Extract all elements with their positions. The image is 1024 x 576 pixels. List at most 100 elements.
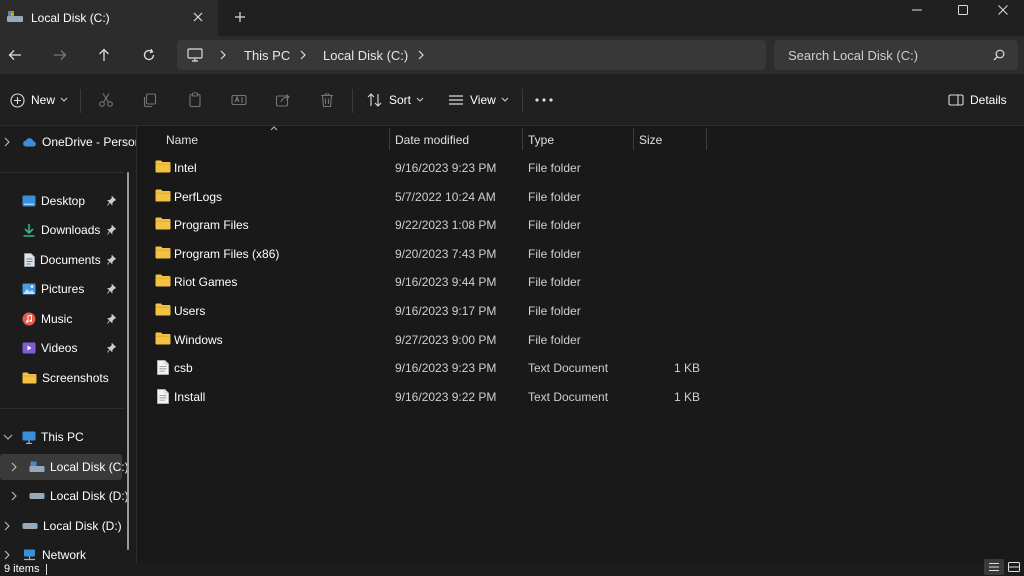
column-divider[interactable] bbox=[706, 128, 707, 150]
file-row-program-files-x86[interactable]: Program Files (x86) 9/20/2023 7:43 PM File… bbox=[137, 240, 1024, 268]
new-tab-button[interactable] bbox=[233, 10, 247, 24]
rename-button[interactable] bbox=[231, 74, 247, 126]
folder-icon bbox=[155, 160, 171, 173]
tab-close-icon[interactable] bbox=[192, 11, 204, 23]
copy-button[interactable] bbox=[142, 74, 158, 126]
file-date-modified: 9/16/2023 9:17 PM bbox=[395, 304, 497, 318]
divider bbox=[522, 89, 523, 113]
sidebar-item-downloads[interactable]: Downloads bbox=[0, 217, 122, 243]
share-button[interactable] bbox=[275, 74, 291, 126]
file-name: csb bbox=[174, 361, 193, 376]
chevron-down-icon bbox=[60, 97, 68, 103]
chevron-right-icon[interactable] bbox=[299, 50, 307, 60]
cut-button[interactable] bbox=[98, 74, 114, 126]
sidebar-item-local-disk-d[interactable]: Local Disk (D:) bbox=[0, 483, 129, 509]
sidebar-item-screenshots[interactable]: Screenshots bbox=[0, 365, 122, 391]
back-button[interactable] bbox=[5, 46, 25, 64]
sidebar-scrollbar[interactable] bbox=[127, 172, 129, 550]
file-row-program-files[interactable]: Program Files 9/22/2023 1:08 PM File folde… bbox=[137, 211, 1024, 239]
up-button[interactable] bbox=[94, 46, 114, 64]
file-size: 1 KB bbox=[673, 389, 700, 404]
file-type: File folder bbox=[528, 332, 581, 347]
sidebar-item-documents[interactable]: Documents bbox=[0, 247, 122, 273]
more-options-button[interactable] bbox=[535, 74, 553, 126]
address-bar[interactable]: This PC Local Disk (C:) bbox=[177, 40, 766, 70]
sidebar-item-label: Music bbox=[41, 312, 73, 326]
sidebar-item-label: Local Disk (D:) bbox=[43, 519, 122, 533]
pin-icon[interactable] bbox=[107, 225, 116, 235]
folder-icon bbox=[155, 217, 171, 230]
folder-icon bbox=[155, 246, 171, 259]
delete-button[interactable] bbox=[319, 74, 335, 126]
sidebar-item-external-local-disk-d[interactable]: Local Disk (D:) bbox=[0, 513, 122, 539]
rename-icon bbox=[231, 92, 247, 108]
folder-icon bbox=[155, 332, 171, 345]
details-pane-icon bbox=[948, 94, 964, 106]
file-name: PerfLogs bbox=[174, 189, 223, 204]
search-icon[interactable] bbox=[993, 49, 1005, 61]
new-button[interactable]: New bbox=[10, 74, 68, 126]
chevron-right-icon[interactable] bbox=[11, 462, 17, 472]
paste-button[interactable] bbox=[187, 74, 203, 126]
sort-button[interactable]: Sort bbox=[367, 74, 424, 126]
search-input[interactable]: Search Local Disk (C:) bbox=[774, 40, 1018, 70]
minimize-icon bbox=[911, 4, 923, 16]
sidebar-item-label: This PC bbox=[41, 430, 84, 444]
file-date-modified: 9/16/2023 9:44 PM bbox=[395, 275, 497, 290]
sidebar-item-this-pc[interactable]: This PC bbox=[0, 424, 122, 450]
file-row-users[interactable]: Users 9/16/2023 9:17 PM File folder bbox=[137, 297, 1024, 325]
file-size: 1 KB bbox=[673, 361, 700, 376]
chevron-right-icon[interactable] bbox=[4, 521, 10, 531]
refresh-button[interactable] bbox=[139, 46, 159, 64]
tiles-view-toggle[interactable] bbox=[1004, 559, 1024, 575]
plus-circle-icon bbox=[10, 92, 25, 108]
details-view-toggle[interactable] bbox=[984, 559, 1004, 575]
minimize-button[interactable] bbox=[894, 0, 940, 20]
column-header-size[interactable]: Size bbox=[634, 126, 706, 151]
folder-icon bbox=[155, 274, 171, 287]
cloud-icon bbox=[22, 137, 37, 147]
close-window-button[interactable] bbox=[980, 0, 1024, 20]
sidebar-item-videos[interactable]: Videos bbox=[0, 335, 122, 361]
breadcrumb-local-disk-c[interactable]: Local Disk (C:) bbox=[323, 48, 408, 63]
pin-icon[interactable] bbox=[107, 314, 116, 324]
chevron-right-icon[interactable] bbox=[219, 50, 227, 60]
column-header-name[interactable]: Name bbox=[137, 126, 389, 151]
file-list: Name Date modified Type Size Intel 9/16/2… bbox=[137, 126, 1024, 563]
tab-local-disk-c[interactable]: Local Disk (C:) bbox=[0, 0, 218, 36]
file-row-windows[interactable]: Windows 9/27/2023 9:00 PM File folder bbox=[137, 326, 1024, 354]
pin-icon[interactable] bbox=[107, 343, 116, 353]
view-button[interactable]: View bbox=[448, 74, 509, 126]
file-row-intel[interactable]: Intel 9/16/2023 9:23 PM File folder bbox=[137, 154, 1024, 182]
breadcrumb-this-pc[interactable]: This PC bbox=[244, 48, 290, 63]
document-icon bbox=[24, 253, 35, 267]
forward-button[interactable] bbox=[50, 46, 70, 64]
file-row-riot-games[interactable]: Riot Games 9/16/2023 9:44 PM File folder bbox=[137, 268, 1024, 296]
sidebar-item-local-disk-c[interactable]: Local Disk (C:) bbox=[0, 454, 129, 480]
divider bbox=[0, 172, 124, 173]
pin-icon[interactable] bbox=[107, 196, 116, 206]
sidebar-item-network[interactable]: Network bbox=[0, 542, 122, 563]
sidebar-item-desktop[interactable]: Desktop bbox=[0, 188, 122, 214]
column-header-type[interactable]: Type bbox=[523, 126, 633, 151]
chevron-right-icon[interactable] bbox=[11, 491, 17, 501]
file-row-perflogs[interactable]: PerfLogs 5/7/2022 10:24 AM File folder bbox=[137, 183, 1024, 211]
divider bbox=[352, 89, 353, 113]
sidebar-item-onedrive[interactable]: OneDrive - Personal bbox=[0, 129, 136, 155]
network-icon bbox=[22, 549, 37, 562]
pin-icon[interactable] bbox=[107, 255, 116, 265]
sidebar-item-music[interactable]: Music bbox=[0, 306, 122, 332]
sidebar-item-pictures[interactable]: Pictures bbox=[0, 276, 122, 302]
file-row-csb[interactable]: csb 9/16/2023 9:23 PM Text Document 1 KB bbox=[137, 354, 1024, 382]
music-icon bbox=[22, 312, 36, 326]
download-icon bbox=[22, 223, 36, 237]
pin-icon[interactable] bbox=[107, 284, 116, 294]
file-row-install[interactable]: Install 9/16/2023 9:22 PM Text Document 1 K… bbox=[137, 383, 1024, 411]
chevron-right-icon[interactable] bbox=[4, 550, 10, 560]
details-pane-button[interactable]: Details bbox=[948, 74, 1007, 126]
refresh-icon bbox=[142, 48, 156, 62]
chevron-right-icon[interactable] bbox=[4, 137, 10, 147]
column-header-date-modified[interactable]: Date modified bbox=[390, 126, 522, 151]
chevron-right-icon[interactable] bbox=[417, 50, 425, 60]
chevron-down-icon[interactable] bbox=[3, 434, 13, 440]
